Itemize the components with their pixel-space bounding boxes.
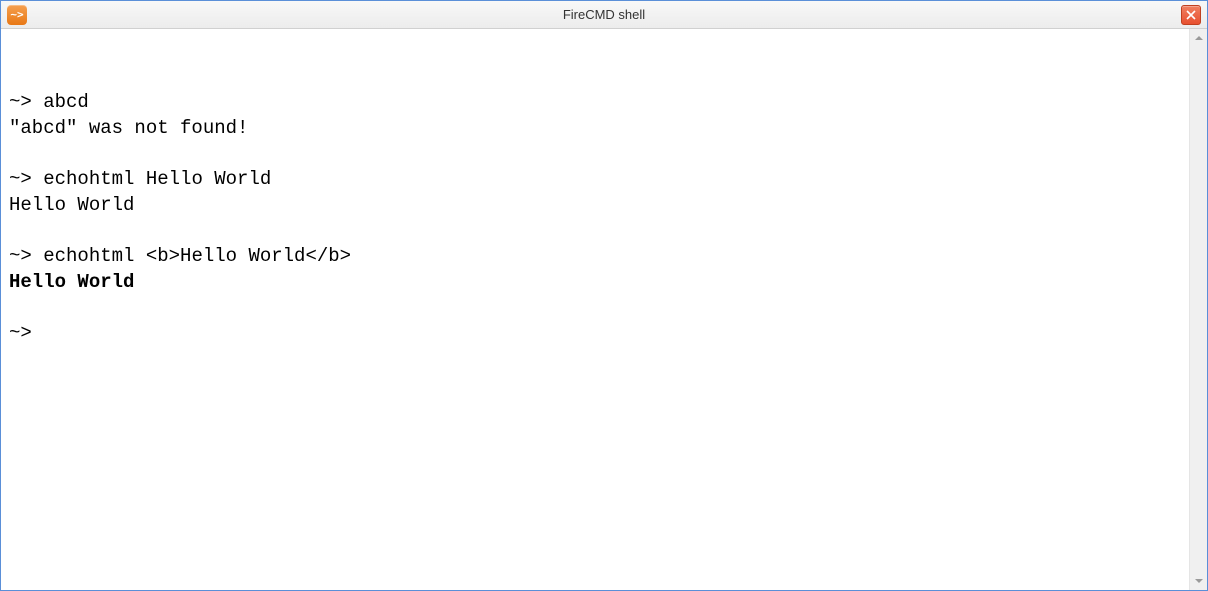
blank-line [9, 65, 1181, 91]
vertical-scrollbar[interactable] [1189, 29, 1207, 590]
scroll-down-button[interactable] [1190, 572, 1207, 590]
chevron-down-icon [1194, 576, 1204, 586]
close-icon [1186, 10, 1196, 20]
app-icon: ~> [7, 5, 27, 25]
prompt-marker: ~> [9, 91, 32, 113]
command-text: echohtml <b>Hello World</b> [43, 245, 351, 267]
scroll-up-button[interactable] [1190, 29, 1207, 47]
terminal-line: ~> echohtml Hello World [9, 167, 1181, 193]
terminal-line: ~> echohtml <b>Hello World</b> [9, 244, 1181, 270]
prompt-marker: ~> [9, 245, 32, 267]
prompt-marker: ~> [9, 168, 32, 190]
app-window: ~> FireCMD shell ~> abcd"abcd" was not f… [0, 0, 1208, 591]
content-area: ~> abcd"abcd" was not found!~> echohtml … [1, 29, 1207, 590]
blank-line [9, 142, 1181, 168]
app-icon-label: ~> [10, 8, 23, 21]
chevron-up-icon [1194, 33, 1204, 43]
terminal-line: ~> abcd [9, 90, 1181, 116]
close-button[interactable] [1181, 5, 1201, 25]
terminal-line: Hello World [9, 193, 1181, 219]
scroll-track[interactable] [1190, 47, 1207, 572]
terminal-line: Hello World [9, 270, 1181, 296]
terminal-line: "abcd" was not found! [9, 116, 1181, 142]
blank-line [9, 218, 1181, 244]
titlebar[interactable]: ~> FireCMD shell [1, 1, 1207, 29]
blank-line [9, 295, 1181, 321]
terminal-output[interactable]: ~> abcd"abcd" was not found!~> echohtml … [1, 29, 1189, 590]
prompt-marker: ~> [9, 322, 32, 344]
window-title: FireCMD shell [1, 7, 1207, 22]
command-text: echohtml Hello World [43, 168, 271, 190]
command-text: abcd [43, 91, 89, 113]
terminal-line: ~> [9, 321, 1181, 347]
output-bold: Hello World [9, 271, 134, 293]
